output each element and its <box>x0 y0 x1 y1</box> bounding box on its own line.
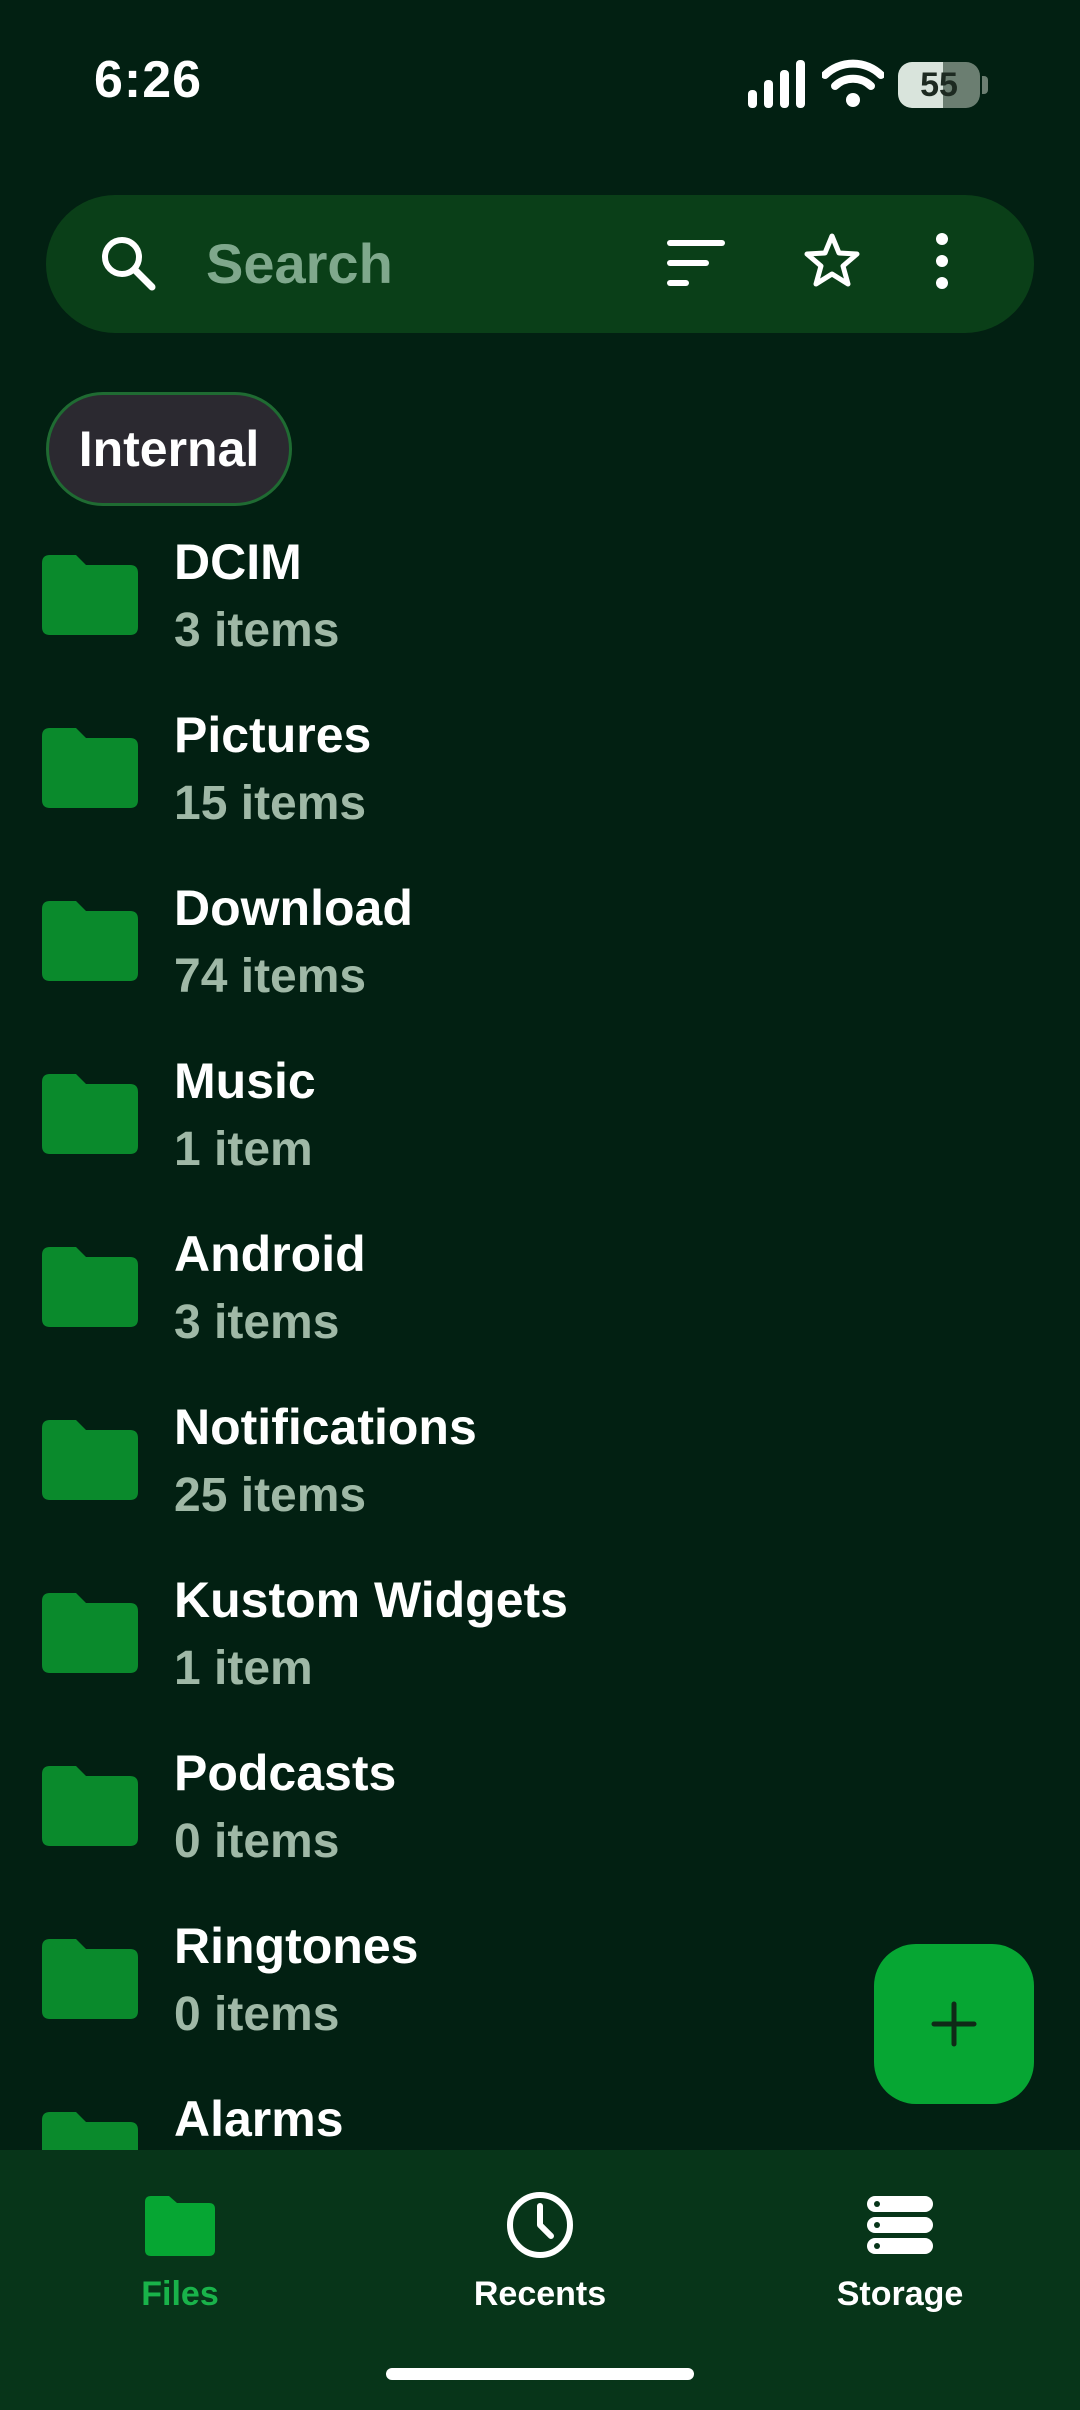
folder-icon <box>145 2196 215 2256</box>
nav-label-recents: Recents <box>473 2275 607 2313</box>
battery-indicator: 55 <box>898 62 988 110</box>
item-name: Notifications <box>174 1399 477 1455</box>
item-name: Music <box>174 1053 316 1109</box>
search-bar[interactable]: Search <box>46 195 1034 333</box>
nav-label-storage: Storage <box>836 2275 964 2313</box>
item-name: Kustom Widgets <box>174 1572 568 1628</box>
item-count: 15 items <box>174 777 367 830</box>
item-count: 25 items <box>174 1469 367 1522</box>
search-input[interactable]: Search <box>206 231 393 296</box>
item-count: 3 items <box>174 1296 340 1349</box>
nav-item-files[interactable]: Files <box>0 2150 360 2350</box>
list-item[interactable]: Download 74 items <box>0 871 1080 1043</box>
list-item[interactable]: Kustom Widgets 1 item <box>0 1563 1080 1735</box>
file-list[interactable]: DCIM 3 items Pictures 15 items Download … <box>0 525 1080 2150</box>
sort-icon[interactable] <box>666 235 726 291</box>
list-item[interactable]: Pictures 15 items <box>0 698 1080 870</box>
item-name: Download <box>174 880 413 936</box>
list-item[interactable]: DCIM 3 items <box>0 525 1080 697</box>
nav-item-storage[interactable]: Storage <box>720 2150 1080 2350</box>
item-count: 1 item <box>174 1642 313 1695</box>
status-time: 6:26 <box>94 51 203 109</box>
item-name: Pictures <box>174 707 372 763</box>
item-name: DCIM <box>174 534 302 590</box>
folder-icon <box>42 1074 138 1154</box>
add-button[interactable] <box>874 1944 1034 2104</box>
item-count: 0 items <box>174 1815 340 1868</box>
folder-icon <box>42 1247 138 1327</box>
item-count: 74 items <box>174 950 367 1003</box>
folder-icon <box>42 1766 138 1846</box>
folder-icon <box>42 728 138 808</box>
plus-icon <box>931 2001 977 2047</box>
storage-icon <box>867 2196 933 2254</box>
item-name: Alarms <box>174 2091 344 2147</box>
nav-label-files: Files <box>141 2275 219 2313</box>
search-icon[interactable] <box>98 233 158 293</box>
clock-icon <box>507 2192 573 2258</box>
more-vert-icon[interactable] <box>924 231 960 291</box>
item-count: 1 item <box>174 1123 313 1176</box>
files-screen: 6:26 55 Search Internal DCIM 3 items Pic… <box>0 0 1080 2410</box>
storage-chip-internal[interactable]: Internal <box>46 392 292 506</box>
item-name: Ringtones <box>174 1918 419 1974</box>
list-item[interactable]: Android 3 items <box>0 1217 1080 1389</box>
list-item[interactable]: Notifications 25 items <box>0 1390 1080 1562</box>
home-indicator[interactable] <box>386 2368 694 2380</box>
list-item[interactable]: Podcasts 0 items <box>0 1736 1080 1908</box>
nav-item-recents[interactable]: Recents <box>360 2150 720 2350</box>
battery-level: 55 <box>920 66 958 104</box>
item-name: Android <box>174 1226 366 1282</box>
folder-icon <box>42 555 138 635</box>
folder-icon <box>42 1593 138 1673</box>
folder-icon <box>42 2112 138 2150</box>
folder-icon <box>42 1420 138 1500</box>
folder-icon <box>42 1939 138 2019</box>
item-name: Podcasts <box>174 1745 397 1801</box>
status-bar: 6:26 55 <box>0 0 1080 160</box>
list-item[interactable]: Music 1 item <box>0 1044 1080 1216</box>
signal-icon <box>748 60 805 108</box>
item-count: 0 items <box>174 1988 340 2041</box>
storage-chip-label: Internal <box>78 421 260 477</box>
folder-icon <box>42 901 138 981</box>
star-icon[interactable] <box>802 231 862 291</box>
wifi-icon <box>822 59 884 107</box>
item-count: 3 items <box>174 604 340 657</box>
